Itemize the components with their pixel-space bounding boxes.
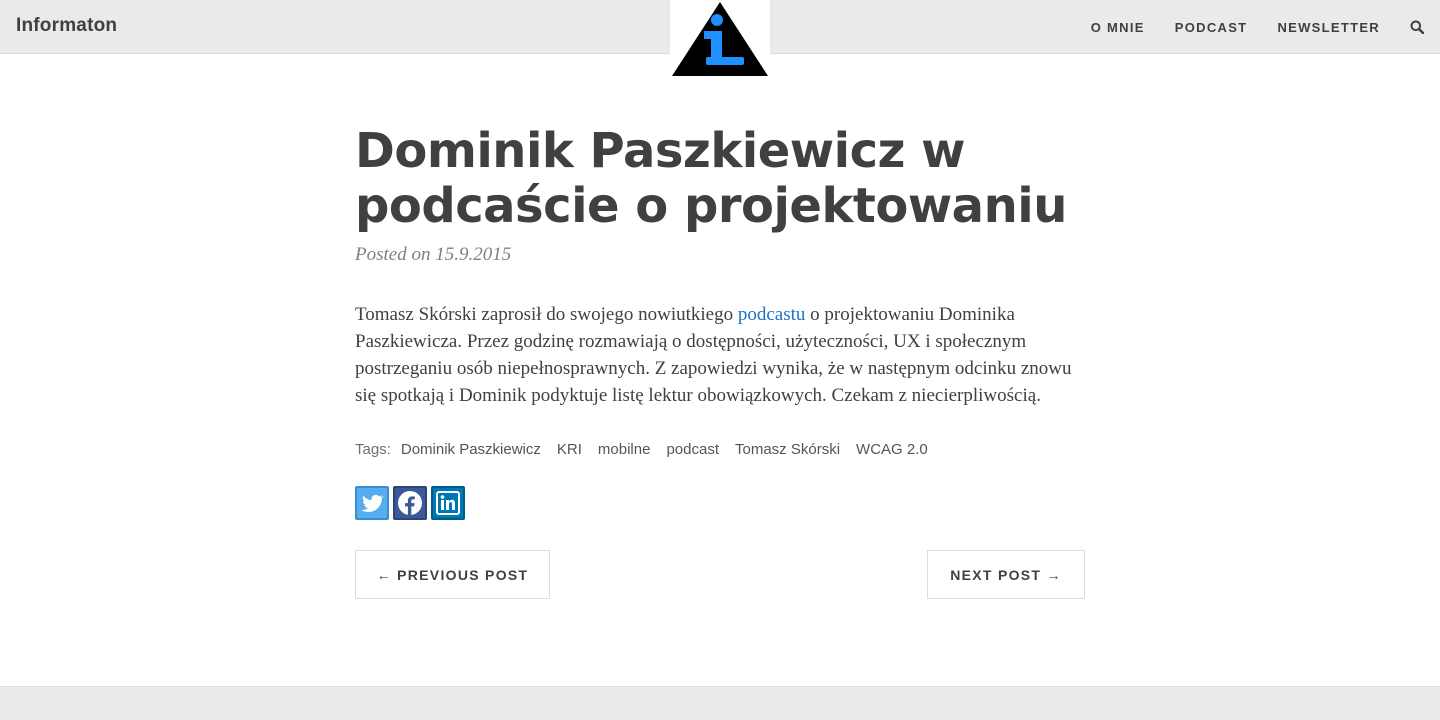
nav-link-podcast[interactable]: PODCAST: [1175, 20, 1248, 35]
post-body: Tomasz Skórski zaprosił do swojego nowiu…: [355, 301, 1085, 409]
nav-links: O MNIE PODCAST NEWSLETTER: [1091, 0, 1440, 54]
tag-list: Tags: Dominik Paszkiewicz KRI mobilne po…: [355, 441, 1085, 458]
post-pager: ← PREVIOUS POST NEXT POST →: [355, 550, 1085, 599]
search-icon[interactable]: [1410, 19, 1426, 35]
facebook-icon[interactable]: [393, 486, 427, 520]
tag-link[interactable]: WCAG 2.0: [856, 441, 928, 458]
site-brand[interactable]: Informaton: [16, 15, 117, 37]
linkedin-icon[interactable]: [431, 486, 465, 520]
post-content: Dominik Paszkiewicz w podcaście o projek…: [355, 124, 1085, 599]
tag-link[interactable]: mobilne: [598, 441, 651, 458]
tag-link[interactable]: podcast: [666, 441, 719, 458]
site-logo[interactable]: [670, 0, 770, 78]
tag-link[interactable]: Tomasz Skórski: [735, 441, 840, 458]
next-post-button[interactable]: NEXT POST →: [927, 550, 1085, 599]
post-title: Dominik Paszkiewicz w podcaście o projek…: [355, 123, 1067, 234]
footer: [0, 686, 1440, 720]
twitter-icon[interactable]: [355, 486, 389, 520]
nav-link-o-mnie[interactable]: O MNIE: [1091, 20, 1145, 35]
previous-post-button[interactable]: ← PREVIOUS POST: [355, 550, 550, 599]
nav-link-newsletter[interactable]: NEWSLETTER: [1277, 20, 1380, 35]
share-buttons: [355, 486, 1085, 520]
tags-label: Tags:: [355, 441, 391, 458]
post-body-text-start: Tomasz Skórski zaprosił do swojego nowiu…: [355, 304, 738, 325]
post-date: Posted on 15.9.2015: [355, 244, 512, 265]
podcast-link[interactable]: podcastu: [738, 304, 806, 325]
tag-link[interactable]: KRI: [557, 441, 582, 458]
tag-link[interactable]: Dominik Paszkiewicz: [401, 441, 541, 458]
